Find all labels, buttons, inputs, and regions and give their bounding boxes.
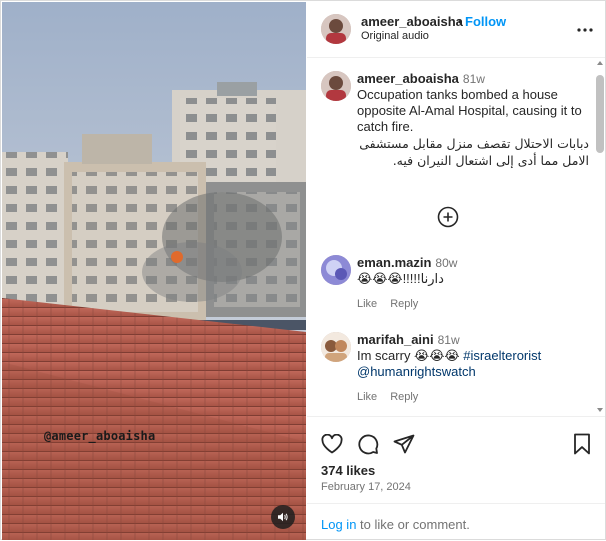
caption-text-en: Occupation tanks bombed a house opposite… <box>357 87 582 134</box>
speaker-icon <box>278 512 288 522</box>
share-button[interactable] <box>391 431 417 457</box>
comment-actions: Like Reply <box>357 389 589 405</box>
author-avatar[interactable] <box>321 14 351 44</box>
heart-icon <box>321 434 343 454</box>
login-prompt: Log in to like or comment. <box>307 503 605 541</box>
comments-section[interactable]: ameer_aboaisha 81w Occupation tanks bombe… <box>307 59 605 416</box>
post-image <box>2 2 306 540</box>
scroll-up-arrow[interactable] <box>597 61 603 65</box>
separator-dot: • <box>458 14 463 29</box>
comment-like-button[interactable]: Like <box>357 391 377 403</box>
instagram-post: @ameer_aboaisha ameer_aboaisha • Follow … <box>0 0 606 540</box>
audio-label[interactable]: Original audio <box>361 30 429 42</box>
scroll-down-arrow[interactable] <box>597 408 603 412</box>
comment-reply-button[interactable]: Reply <box>390 391 418 403</box>
comment-username[interactable]: eman.mazin <box>357 255 431 270</box>
action-bar: 374 likes February 17, 2024 Log in to li… <box>307 416 605 540</box>
comment-body: marifah_aini 81w Im scarry 😭😭😭 #israelter… <box>357 332 589 405</box>
load-more-comments-button[interactable] <box>437 206 459 228</box>
caption-avatar[interactable] <box>321 71 351 101</box>
login-link[interactable]: Log in <box>321 517 356 532</box>
comment-time[interactable]: 80w <box>435 256 457 270</box>
commenter-avatar[interactable] <box>321 255 351 285</box>
comments-scrollbar[interactable] <box>595 59 605 416</box>
caption-username[interactable]: ameer_aboaisha <box>357 71 459 86</box>
action-icons <box>307 431 605 457</box>
share-icon <box>393 434 415 454</box>
comment-time[interactable]: 81w <box>438 333 460 347</box>
like-button[interactable] <box>319 431 345 457</box>
avatar-image <box>321 332 351 362</box>
more-options-icon <box>577 28 593 32</box>
save-button[interactable] <box>569 431 595 457</box>
likes-count[interactable]: 374 likes <box>321 463 375 478</box>
mention-link[interactable]: @humanrightswatch <box>357 364 476 379</box>
comment-like-button[interactable]: Like <box>357 298 377 310</box>
comment-reply-button[interactable]: Reply <box>390 298 418 310</box>
bookmark-icon <box>574 433 590 455</box>
login-text: Log in to like or comment. <box>321 517 470 532</box>
follow-button[interactable]: Follow <box>465 14 506 29</box>
comment-icon <box>358 434 379 455</box>
comment-body: eman.mazin 80w 😭😭😭!!!!!دارنا Like Reply <box>357 255 589 312</box>
hashtag-link[interactable]: #israelterorist <box>463 348 541 363</box>
caption-text-ar: دبابات الاحتلال تقصف منزل مقابل مستشفى ا… <box>359 136 589 168</box>
plus-circle-icon <box>437 206 459 228</box>
caption-body: ameer_aboaisha 81w Occupation tanks bombe… <box>357 71 589 169</box>
scrollbar-thumb[interactable] <box>596 75 604 153</box>
comment-text: Im scarry 😭😭😭 <box>357 348 464 363</box>
post-media[interactable]: @ameer_aboaisha <box>2 2 306 540</box>
avatar-image <box>321 14 351 44</box>
author-username[interactable]: ameer_aboaisha <box>361 14 463 29</box>
post-header: ameer_aboaisha • Follow Original audio <box>307 2 605 58</box>
more-options-button[interactable] <box>575 20 595 40</box>
comment-text: 😭😭😭!!!!!دارنا <box>357 271 444 286</box>
avatar-image <box>321 71 351 101</box>
post-date[interactable]: February 17, 2024 <box>321 481 411 493</box>
comment-button[interactable] <box>355 431 381 457</box>
media-watermark: @ameer_aboaisha <box>44 429 156 443</box>
avatar-image <box>321 255 351 285</box>
login-rest: to like or comment. <box>356 517 470 532</box>
commenter-avatar[interactable] <box>321 332 351 362</box>
comment-actions: Like Reply <box>357 296 589 312</box>
post-sidebar: ameer_aboaisha • Follow Original audio a… <box>307 2 605 540</box>
caption-time[interactable]: 81w <box>463 72 485 86</box>
audio-toggle-button[interactable] <box>271 505 295 529</box>
comment-username[interactable]: marifah_aini <box>357 332 434 347</box>
